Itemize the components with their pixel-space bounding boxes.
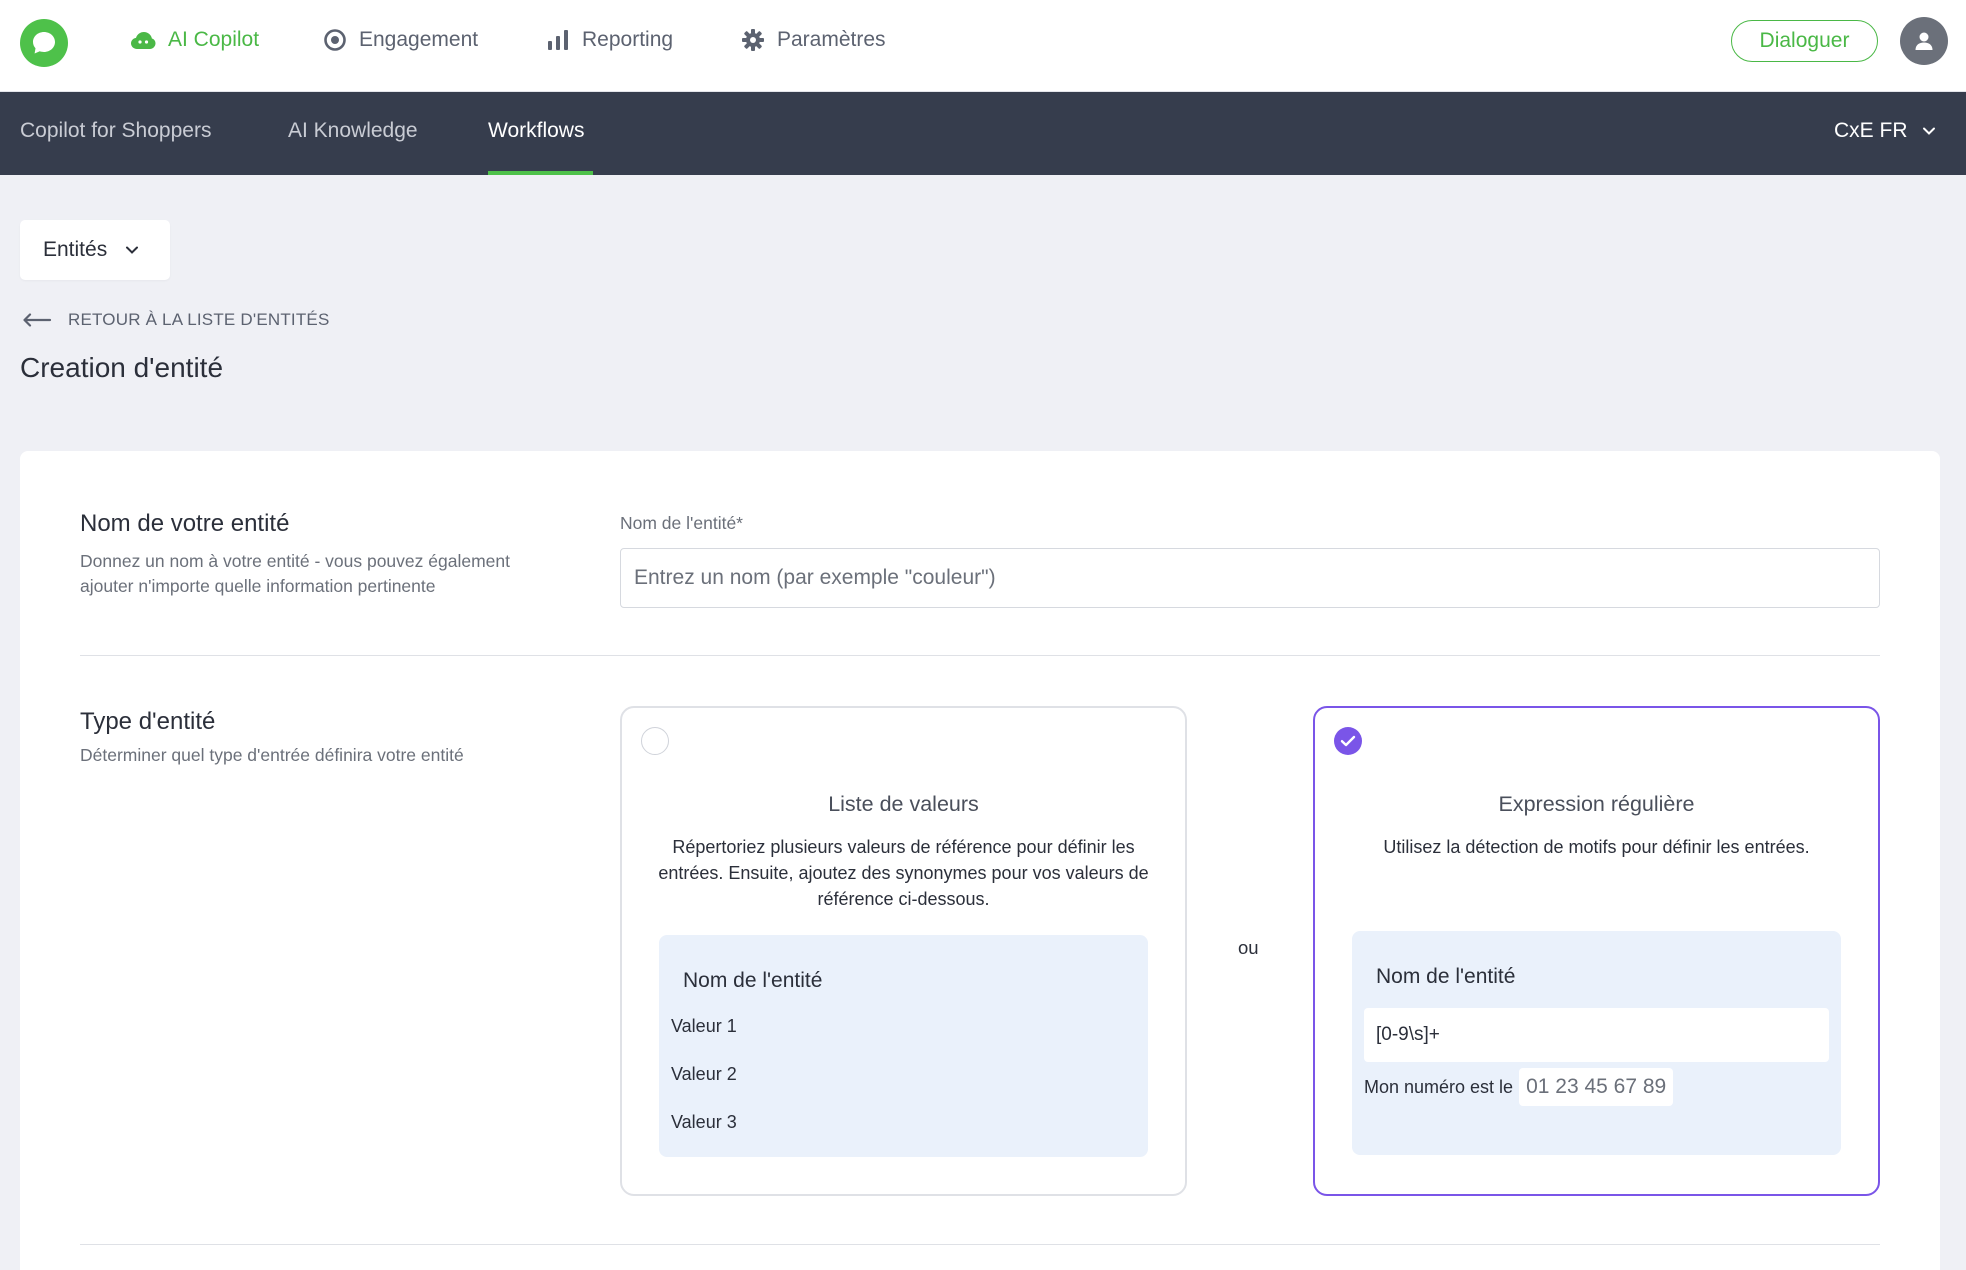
tab-workflows[interactable]: Workflows [488,119,584,143]
option-value-list-title: Liste de valeurs [828,792,979,816]
org-selector-label: CxE FR [1834,119,1908,142]
tab-ai-knowledge[interactable]: AI Knowledge [288,119,418,143]
nav-reporting[interactable]: Reporting [546,24,673,56]
regex-sample-prefix: Mon numéro est le [1364,1076,1514,1097]
tab-copilot-for-shoppers[interactable]: Copilot for Shoppers [20,119,211,143]
value-list-preview-title: Nom de l'entité [683,969,823,992]
entity-dropdown-label: Entités [43,238,108,261]
user-avatar[interactable] [1900,17,1948,65]
page-title: Creation d'entité [20,352,224,383]
entity-name-input[interactable] [620,548,1880,608]
preview-value-item: Valeur 3 [671,1112,737,1132]
nav-parametres[interactable]: Paramètres [741,24,886,56]
chevron-down-icon [126,246,139,254]
back-link-label: RETOUR À LA LISTE D'ENTITÉS [68,310,330,329]
nav-reporting-label: Reporting [582,28,674,51]
option-value-list[interactable]: Liste de valeurs Répertoriez plusieurs v… [620,706,1187,1196]
name-section-title: Nom de votre entité [80,510,290,537]
radio-value-list[interactable] [641,727,669,755]
section-divider [80,655,1880,656]
name-section-description: Donnez un nom à votre entité - vous pouv… [80,549,510,599]
nav-parametres-label: Paramètres [777,28,886,51]
sub-navbar: Copilot for Shoppers AI Knowledge Workfl… [0,92,1966,175]
cloud-icon [131,32,156,49]
regex-sample-match: 01 23 45 67 89 [1519,1068,1674,1106]
option-value-list-description: Répertoriez plusieurs valeurs de référen… [658,837,1149,909]
back-to-entities-link[interactable]: RETOUR À LA LISTE D'ENTITÉS [22,310,330,330]
arrow-left-icon [23,313,52,327]
nav-engagement-label: Engagement [359,28,479,51]
user-icon [1915,32,1933,50]
section-divider [80,1244,1880,1245]
entity-type-dropdown[interactable]: Entités [20,220,170,280]
checkmark-icon [1340,735,1356,747]
type-section-title: Type d'entité [80,708,216,735]
nav-ai-copilot[interactable]: AI Copilot [130,24,259,56]
org-selector[interactable]: CxE FR [1834,119,1936,143]
chevron-down-icon [1922,127,1935,135]
radio-regex-checked[interactable] [1334,727,1362,755]
option-regex-title: Expression régulière [1498,792,1695,816]
chat-bubble-icon [33,32,55,54]
top-navbar: AI Copilot Engagement Reporting Paramètr… [0,0,1966,92]
value-list-preview: Nom de l'entité Valeur 1 Valeur 2 Valeur… [659,935,1148,1157]
target-icon [324,29,346,51]
name-section-description-line1: Donnez un nom à votre entité - vous pouv… [80,551,510,571]
preview-value-item: Valeur 1 [671,1016,737,1036]
active-tab-indicator [488,171,593,175]
regex-preview: Nom de l'entité [0-9\s]+ Mon numéro est … [1352,931,1841,1155]
option-regex-description: Utilisez la détection de motifs pour déf… [1383,837,1810,857]
bar-chart-icon [548,30,568,50]
entity-form-card: Nom de votre entité Donnez un nom à votr… [20,451,1940,1270]
option-regex[interactable]: Expression régulière Utilisez la détecti… [1313,706,1880,1196]
nav-ai-copilot-label: AI Copilot [168,28,260,51]
regex-pattern: [0-9\s]+ [1376,1024,1440,1045]
regex-sample: Mon numéro est le 01 23 45 67 89 [1364,1068,1674,1106]
nav-engagement[interactable]: Engagement [323,24,478,56]
preview-value-item: Valeur 2 [671,1064,737,1084]
name-section-description-line2: ajouter n'importe quelle information per… [80,576,436,596]
app-logo[interactable] [20,19,68,67]
gear-icon [742,29,764,51]
regex-pattern-box: [0-9\s]+ [1364,1008,1829,1062]
regex-preview-title: Nom de l'entité [1376,965,1516,988]
dialoguer-button[interactable]: Dialoguer [1731,20,1878,62]
entity-name-label: Nom de l'entité* [620,513,743,533]
type-section-description: Déterminer quel type d'entrée définira v… [80,745,464,765]
options-separator: ou [1238,937,1259,958]
